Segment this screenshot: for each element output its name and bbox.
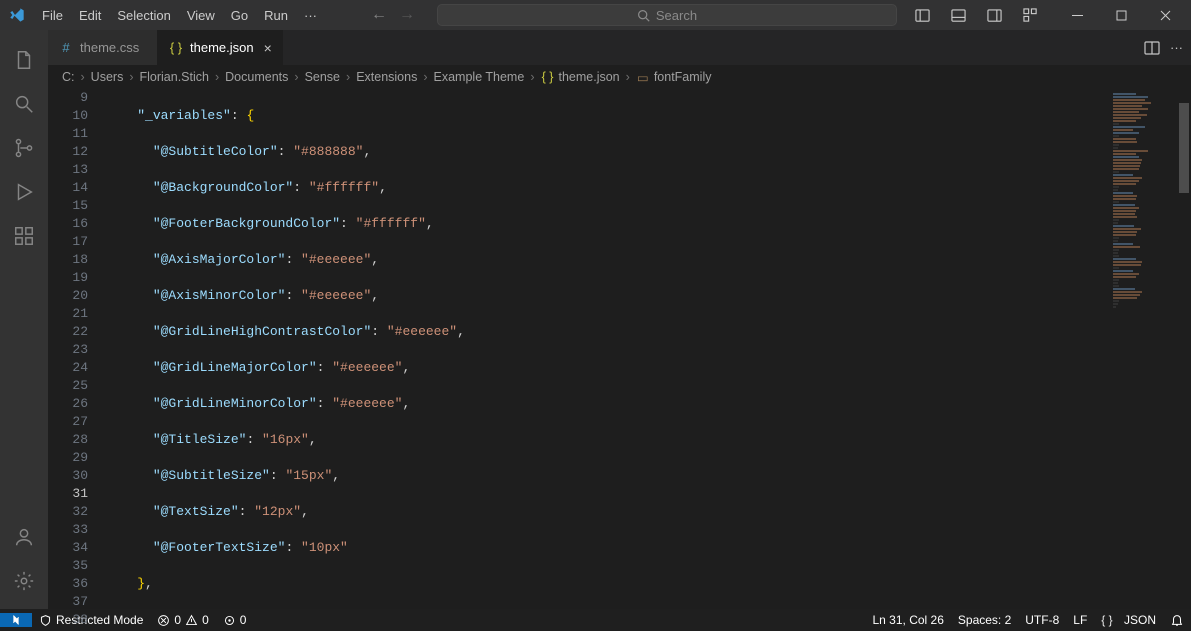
breadcrumb[interactable]: C:› Users› Florian.Stich› Documents› Sen… [48,65,1191,89]
tab-label: theme.css [80,40,139,55]
menu-run[interactable]: Run [256,0,296,30]
statusbar: Restricted Mode 0 0 0 Ln 31, Col 26 Spac… [0,609,1191,631]
bc-seg[interactable]: Sense [305,70,340,84]
encoding-button[interactable]: UTF-8 [1018,613,1066,627]
menu-view[interactable]: View [179,0,223,30]
indentation-button[interactable]: Spaces: 2 [951,613,1018,627]
cursor-position[interactable]: Ln 31, Col 26 [866,613,951,627]
layout-bottom-icon[interactable] [941,1,975,29]
explorer-icon[interactable] [0,38,48,82]
menu-selection[interactable]: Selection [109,0,178,30]
search-placeholder: Search [656,8,697,23]
menu-file[interactable]: File [34,0,71,30]
tab-theme-css[interactable]: # theme.css [48,30,158,65]
menu-more[interactable]: ··· [296,0,325,30]
split-editor-icon[interactable] [1144,40,1160,56]
activity-bar [0,30,48,609]
search-icon[interactable] [0,82,48,126]
source-control-icon[interactable] [0,126,48,170]
nav-forward-icon[interactable]: → [393,4,421,26]
customize-layout-icon[interactable] [1013,1,1047,29]
menu-edit[interactable]: Edit [71,0,109,30]
vscode-logo-icon [8,6,26,24]
bc-seg[interactable]: C: [62,70,75,84]
layout-right-icon[interactable] [977,1,1011,29]
bc-seg[interactable]: fontFamily [654,70,712,84]
json-file-icon: { } [540,70,554,84]
bc-seg[interactable]: theme.json [558,70,619,84]
tab-bar: # theme.css { } theme.json × ··· [48,30,1191,65]
bc-seg[interactable]: Florian.Stich [140,70,209,84]
editor[interactable]: 9 10 11 12 13 14 15 16 17 18 19 20 21 22… [48,89,1191,609]
settings-gear-icon[interactable] [0,559,48,603]
json-file-icon: { } [168,40,184,56]
eol-button[interactable]: LF [1066,613,1094,627]
bc-seg[interactable]: Extensions [356,70,417,84]
ports-button[interactable]: 0 [216,613,254,627]
tab-close-icon[interactable]: × [264,40,272,56]
problems-button[interactable]: 0 0 [150,613,215,627]
bc-seg[interactable]: Example Theme [434,70,525,84]
tab-label: theme.json [190,40,254,55]
layout-left-icon[interactable] [905,1,939,29]
bc-seg[interactable]: Users [91,70,124,84]
menu-go[interactable]: Go [223,0,256,30]
notifications-icon[interactable] [1163,613,1191,627]
window-maximize-icon[interactable] [1099,0,1143,30]
nav-back-icon[interactable]: ← [365,4,393,26]
extensions-icon[interactable] [0,214,48,258]
line-number-gutter: 9 10 11 12 13 14 15 16 17 18 19 20 21 22… [48,89,106,609]
accounts-icon[interactable] [0,515,48,559]
css-file-icon: # [58,40,74,56]
tab-theme-json[interactable]: { } theme.json × [158,30,283,65]
run-debug-icon[interactable] [0,170,48,214]
more-actions-icon[interactable]: ··· [1170,40,1183,55]
minimap[interactable] [1107,89,1177,609]
window-close-icon[interactable] [1143,0,1187,30]
scrollbar-thumb[interactable] [1179,103,1189,193]
code-content[interactable]: "_variables": { "@SubtitleColor": "#8888… [106,89,1107,609]
window-minimize-icon[interactable] [1055,0,1099,30]
language-mode-button[interactable]: { } JSON [1094,613,1163,627]
vertical-scrollbar[interactable] [1177,89,1191,609]
remote-indicator-icon[interactable] [0,613,32,627]
symbol-string-icon: ▭ [636,70,650,84]
command-center-search[interactable]: Search [437,4,897,26]
bc-seg[interactable]: Documents [225,70,288,84]
titlebar: File Edit Selection View Go Run ··· ← → … [0,0,1191,30]
